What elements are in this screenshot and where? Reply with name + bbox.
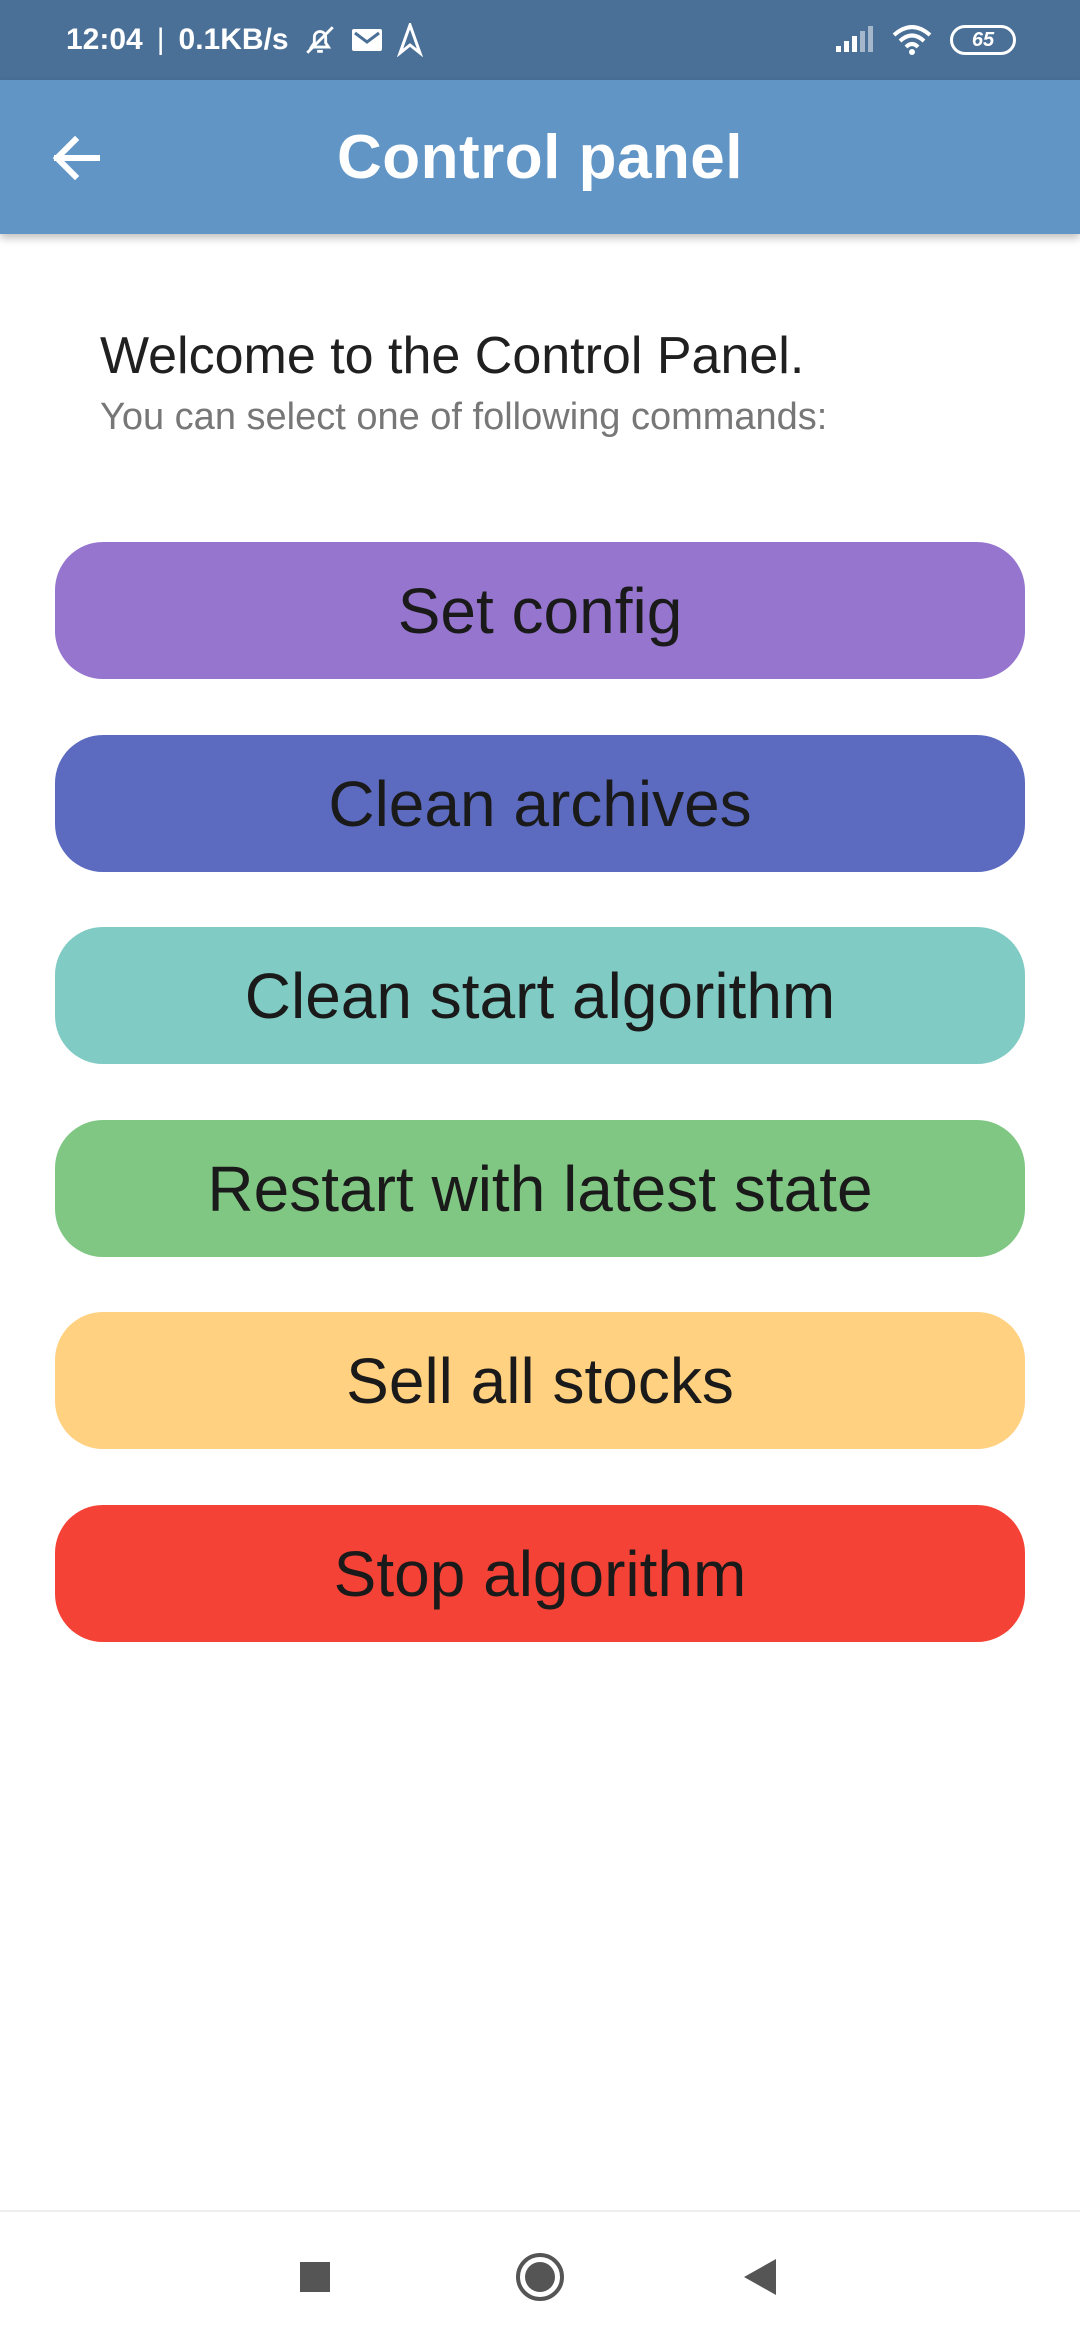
welcome-heading: Welcome to the Control Panel. <box>100 327 805 385</box>
status-bar: 12:04 | 0.1KB/s 65 <box>0 0 1080 80</box>
back-button[interactable] <box>44 126 108 190</box>
status-left: 12:04 | 0.1KB/s <box>66 23 423 57</box>
wifi-icon <box>892 25 932 55</box>
location-arrow-icon <box>396 23 423 57</box>
home-circle-icon <box>514 2251 566 2303</box>
nav-bar <box>0 2210 1080 2340</box>
nav-back-button[interactable] <box>710 2212 810 2340</box>
battery-level: 65 <box>971 28 995 51</box>
alarm-off-icon <box>303 23 337 57</box>
stop-algorithm-button[interactable]: Stop algorithm <box>55 1505 1025 1642</box>
status-right: 65 <box>834 25 1016 55</box>
recents-square-icon <box>298 2260 332 2294</box>
welcome-subtitle: You can select one of following commands… <box>100 396 828 438</box>
signal-icon <box>834 26 874 54</box>
mail-icon <box>351 27 383 53</box>
screen: 12:04 | 0.1KB/s 65 Control panel Welcome… <box>0 0 1080 2340</box>
restart-latest-state-button[interactable]: Restart with latest state <box>55 1120 1025 1257</box>
status-time: 12:04 <box>66 23 143 56</box>
clean-archives-button[interactable]: Clean archives <box>55 735 1025 872</box>
status-separator: | <box>156 23 165 56</box>
status-speed: 0.1KB/s <box>178 23 289 56</box>
clean-start-algorithm-button[interactable]: Clean start algorithm <box>55 927 1025 1064</box>
battery-icon: 65 <box>950 25 1016 55</box>
recents-button[interactable] <box>265 2212 365 2340</box>
sell-all-stocks-button[interactable]: Sell all stocks <box>55 1312 1025 1449</box>
arrow-back-icon <box>51 136 101 180</box>
home-button[interactable] <box>490 2212 590 2340</box>
set-config-button[interactable]: Set config <box>55 542 1025 679</box>
page-title: Control panel <box>336 122 744 192</box>
app-bar: Control panel <box>0 80 1080 234</box>
back-triangle-icon <box>742 2257 778 2297</box>
